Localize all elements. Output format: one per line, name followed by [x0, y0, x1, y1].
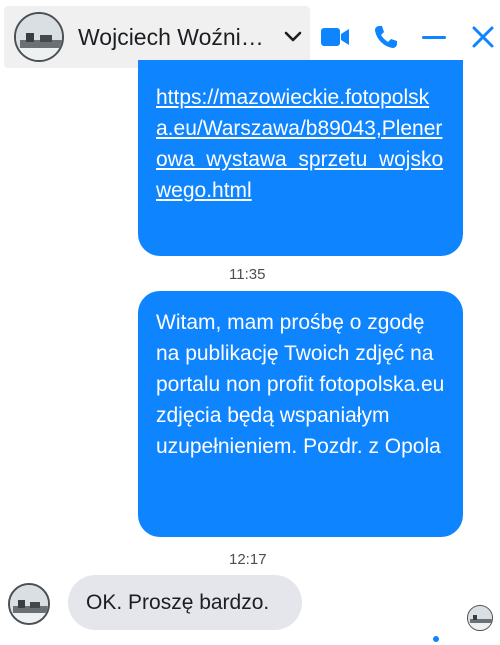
message-link[interactable]: https://mazowieckie.fotopolska.eu/Warsza… — [156, 86, 443, 202]
close-icon[interactable] — [469, 22, 497, 52]
contact-switcher[interactable]: Wojciech Woźni… — [4, 6, 310, 68]
sent-message-link: https://mazowieckie.fotopolska.eu/Warsza… — [138, 60, 463, 256]
seen-avatar — [467, 605, 493, 631]
timestamp: 12:17 — [229, 551, 267, 568]
timestamp: 11:35 — [229, 266, 266, 283]
minimize-icon[interactable] — [420, 22, 448, 52]
delivered-indicator — [433, 636, 439, 642]
contact-name: Wojciech Woźni… — [78, 23, 264, 50]
chevron-down-icon[interactable] — [284, 31, 302, 43]
received-message: OK. Proszę bardzo. — [68, 575, 302, 630]
sent-message-request: Witam, mam prośbę o zgodę na publikację … — [138, 291, 463, 537]
phone-icon[interactable] — [372, 22, 400, 52]
avatar — [14, 12, 64, 62]
video-call-icon[interactable] — [320, 22, 350, 52]
avatar — [8, 583, 50, 625]
